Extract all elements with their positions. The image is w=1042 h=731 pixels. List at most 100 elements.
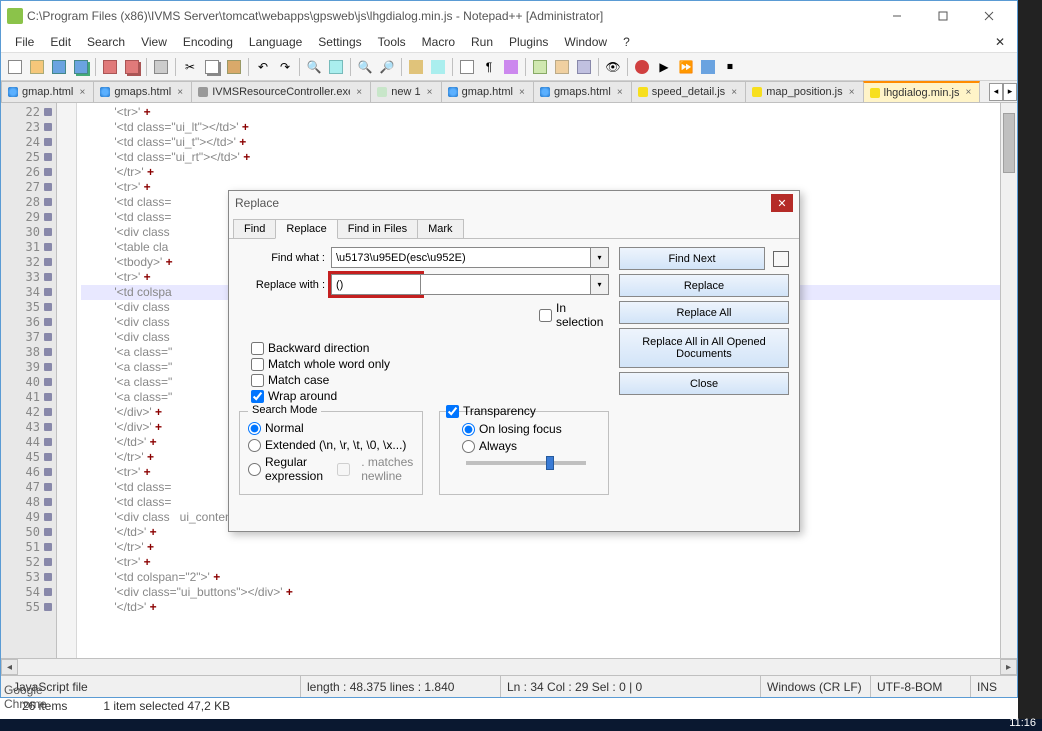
- tab-close-icon[interactable]: ×: [517, 87, 527, 97]
- trans-onlosing[interactable]: On losing focus: [462, 422, 600, 436]
- backward-check[interactable]: Backward direction: [251, 341, 609, 355]
- slider-thumb[interactable]: [546, 456, 554, 470]
- monitor-icon[interactable]: 👁: [603, 57, 623, 77]
- transparency-check[interactable]: Transparency: [446, 404, 600, 418]
- tab-close-icon[interactable]: ×: [77, 87, 87, 97]
- menu-settings[interactable]: Settings: [310, 35, 369, 49]
- menu-help[interactable]: ?: [615, 35, 638, 49]
- mode-normal[interactable]: Normal: [248, 421, 414, 435]
- menu-tools[interactable]: Tools: [370, 35, 414, 49]
- in-selection-check[interactable]: In selection: [539, 301, 609, 329]
- tab-find[interactable]: Find: [233, 219, 276, 238]
- indent-icon[interactable]: [501, 57, 521, 77]
- tab-close-icon[interactable]: ×: [175, 87, 185, 97]
- file-tab[interactable]: lhgdialog.min.js×: [863, 81, 981, 102]
- cut-icon[interactable]: ✂: [180, 57, 200, 77]
- scroll-thumb[interactable]: [1003, 113, 1015, 173]
- file-tab[interactable]: gmaps.html×: [93, 81, 192, 102]
- close-button[interactable]: [966, 2, 1011, 30]
- menu-macro[interactable]: Macro: [414, 35, 463, 49]
- paste-icon[interactable]: [224, 57, 244, 77]
- record-icon[interactable]: [632, 57, 652, 77]
- docmap-icon[interactable]: [574, 57, 594, 77]
- tab-close-icon[interactable]: ×: [963, 88, 973, 98]
- tab-close-icon[interactable]: ×: [729, 87, 739, 97]
- menu-search[interactable]: Search: [79, 35, 133, 49]
- menu-edit[interactable]: Edit: [42, 35, 79, 49]
- replaceall-open-button[interactable]: Replace All in All Opened Documents: [619, 328, 789, 368]
- close-icon[interactable]: [100, 57, 120, 77]
- menu-run[interactable]: Run: [463, 35, 501, 49]
- menu-window[interactable]: Window: [556, 35, 615, 49]
- wrap-check[interactable]: Wrap around: [251, 389, 609, 403]
- sync-h-icon[interactable]: [428, 57, 448, 77]
- menu-plugins[interactable]: Plugins: [501, 35, 556, 49]
- tab-mark[interactable]: Mark: [417, 219, 463, 238]
- print-icon[interactable]: [151, 57, 171, 77]
- file-tab[interactable]: gmaps.html×: [533, 81, 632, 102]
- folder-icon[interactable]: [530, 57, 550, 77]
- file-tab[interactable]: speed_detail.js×: [631, 81, 746, 102]
- file-tab[interactable]: gmap.html×: [1, 81, 94, 102]
- mode-regex[interactable]: Regular expression . matches newline: [248, 455, 414, 483]
- undo-icon[interactable]: ↶: [253, 57, 273, 77]
- findnext-side-check[interactable]: [773, 251, 789, 267]
- wordwrap-icon[interactable]: [457, 57, 477, 77]
- matchcase-check[interactable]: Match case: [251, 373, 609, 387]
- new-icon[interactable]: [5, 57, 25, 77]
- zoomin-icon[interactable]: 🔍: [355, 57, 375, 77]
- find-icon[interactable]: 🔍: [304, 57, 324, 77]
- open-icon[interactable]: [27, 57, 47, 77]
- zoomout-icon[interactable]: 🔎: [377, 57, 397, 77]
- findwhat-input[interactable]: [331, 247, 591, 268]
- menu-file[interactable]: File: [7, 35, 42, 49]
- tab-close-icon[interactable]: ×: [354, 87, 364, 97]
- savemacro-icon[interactable]: [698, 57, 718, 77]
- close-doc-button[interactable]: ✕: [989, 35, 1011, 49]
- allchars-icon[interactable]: ¶: [479, 57, 499, 77]
- redo-icon[interactable]: ↷: [275, 57, 295, 77]
- menu-view[interactable]: View: [133, 35, 175, 49]
- mode-extended[interactable]: Extended (\n, \r, \t, \0, \x...): [248, 438, 414, 452]
- save-icon[interactable]: [49, 57, 69, 77]
- tab-prev[interactable]: ◂: [989, 83, 1003, 101]
- funclist-icon[interactable]: [552, 57, 572, 77]
- tab-close-icon[interactable]: ×: [425, 87, 435, 97]
- saveall-icon[interactable]: [71, 57, 91, 77]
- menu-language[interactable]: Language: [241, 35, 310, 49]
- transparency-slider[interactable]: [466, 461, 586, 465]
- findnext-button[interactable]: Find Next: [619, 247, 765, 270]
- copy-icon[interactable]: [202, 57, 222, 77]
- tab-findinfiles[interactable]: Find in Files: [337, 219, 418, 238]
- trans-always[interactable]: Always: [462, 439, 600, 453]
- replacewith-dropdown[interactable]: ▾: [591, 274, 609, 295]
- scroll-left[interactable]: ◂: [1, 659, 18, 675]
- replaceall-button[interactable]: Replace All: [619, 301, 789, 324]
- maximize-button[interactable]: [920, 2, 965, 30]
- sync-v-icon[interactable]: [406, 57, 426, 77]
- matchword-check[interactable]: Match whole word only: [251, 357, 609, 371]
- findwhat-dropdown[interactable]: ▾: [591, 247, 609, 268]
- tab-close-icon[interactable]: ×: [615, 87, 625, 97]
- file-tab[interactable]: IVMSResourceController.exe.config×: [191, 81, 371, 102]
- tab-next[interactable]: ▸: [1003, 83, 1017, 101]
- tab-replace[interactable]: Replace: [275, 219, 337, 239]
- file-tab[interactable]: new 1×: [370, 81, 441, 102]
- close-button-2[interactable]: Close: [619, 372, 789, 395]
- tab-close-icon[interactable]: ×: [847, 87, 857, 97]
- dialog-close-button[interactable]: ✕: [771, 194, 793, 212]
- stop-icon[interactable]: ⏹: [720, 57, 740, 77]
- closeall-icon[interactable]: [122, 57, 142, 77]
- replacewith-input[interactable]: [331, 274, 421, 295]
- play-icon[interactable]: ▶: [654, 57, 674, 77]
- replace-button[interactable]: Replace: [619, 274, 789, 297]
- minimize-button[interactable]: [874, 2, 919, 30]
- playmulti-icon[interactable]: ⏩: [676, 57, 696, 77]
- file-tab[interactable]: map_position.js×: [745, 81, 863, 102]
- replace-icon[interactable]: [326, 57, 346, 77]
- horizontal-scrollbar[interactable]: ◂ ▸: [1, 658, 1017, 675]
- vertical-scrollbar[interactable]: [1000, 103, 1017, 658]
- scroll-right[interactable]: ▸: [1000, 659, 1017, 675]
- file-tab[interactable]: gmap.html×: [441, 81, 534, 102]
- menu-encoding[interactable]: Encoding: [175, 35, 241, 49]
